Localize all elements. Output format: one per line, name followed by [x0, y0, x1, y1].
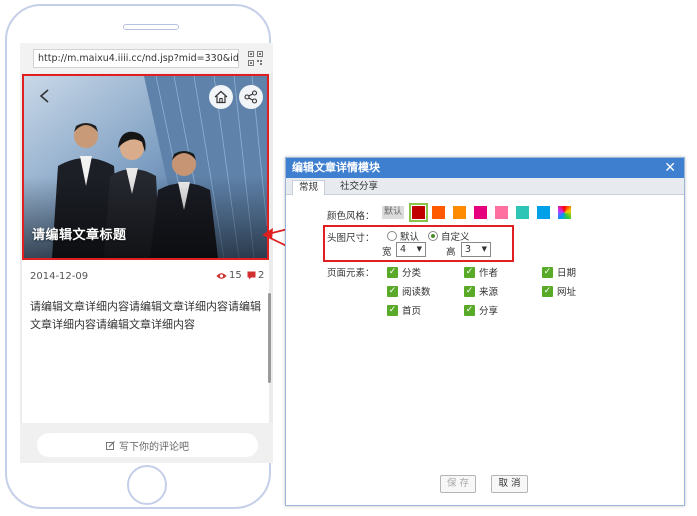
color-swatch-orange[interactable]: [453, 206, 466, 219]
check-icon: ✓: [542, 266, 553, 278]
phone-frame: http://m.maixu4.iiii.cc/nd.jsp?mid=330&i…: [5, 4, 273, 509]
phone-screen: http://m.maixu4.iiii.cc/nd.jsp?mid=330&i…: [20, 43, 273, 463]
radio-custom-dot: [428, 231, 438, 241]
color-swatch-teal[interactable]: [516, 206, 529, 219]
checkbox-home[interactable]: ✓ 首页: [387, 303, 421, 317]
check-icon: ✓: [464, 304, 475, 316]
checkbox-url-label: 网址: [557, 287, 577, 298]
radio-default-label: 默认: [400, 232, 420, 243]
dialog-title-bar: 编辑文章详情模块 ✕: [286, 158, 684, 178]
share-icon: [244, 90, 258, 104]
check-icon: ✓: [464, 285, 475, 297]
checkbox-read-count-label: 阅读数: [402, 287, 431, 298]
close-icon[interactable]: ✕: [664, 158, 676, 178]
color-style-label: 颜色风格：: [327, 211, 375, 222]
tab-general[interactable]: 常规: [292, 180, 326, 195]
comment-bar: 写下你的评论吧: [20, 423, 273, 463]
height-label: 高: [446, 247, 456, 258]
checkbox-source-label: 来源: [479, 287, 499, 298]
checkbox-share[interactable]: ✓ 分享: [464, 303, 498, 317]
checkbox-category-label: 分类: [402, 268, 422, 279]
article-body: 请编辑文章详细内容请编辑文章详细内容请编辑文章详细内容请编辑文章详细内容: [30, 300, 261, 331]
dialog-tabs: 常规 社交分享: [286, 178, 684, 195]
edit-article-dialog: 编辑文章详情模块 ✕ 常规 社交分享 颜色风格： 默认 头图尺寸： 默认 自定义…: [285, 157, 685, 506]
comment-icon: [247, 271, 256, 280]
width-select-value: 4: [400, 244, 407, 255]
radio-custom-label: 自定义: [441, 232, 470, 243]
color-swatch-red[interactable]: [409, 203, 428, 222]
article-hero-image: 请编辑文章标题: [22, 74, 269, 260]
height-select-value: 3: [465, 244, 472, 255]
home-icon-button[interactable]: [209, 85, 233, 109]
page-elements-label: 页面元素：: [327, 268, 375, 279]
caret-down-icon: ▼: [416, 245, 422, 253]
article-content: 2014-12-09 15 2 请编辑文章详细内容请编辑文章详细内容请编辑文章详…: [22, 260, 269, 423]
color-swatch-pink[interactable]: [495, 206, 508, 219]
cancel-button[interactable]: 取 消: [491, 475, 528, 493]
phone-home-button[interactable]: [127, 465, 167, 505]
tab-social-share[interactable]: 社交分享: [334, 180, 384, 195]
checkbox-home-label: 首页: [402, 306, 422, 317]
checkbox-read-count[interactable]: ✓ 阅读数: [387, 284, 431, 298]
color-swatch-custom[interactable]: [558, 206, 571, 219]
checkbox-date[interactable]: ✓ 日期: [542, 265, 576, 279]
comment-count-value: 2: [258, 270, 265, 281]
save-button[interactable]: 保 存: [440, 475, 476, 493]
color-swatch-orange-red[interactable]: [432, 206, 445, 219]
color-swatch-magenta[interactable]: [474, 206, 487, 219]
article-title: 请编辑文章标题: [32, 228, 127, 243]
color-swatch-blue[interactable]: [537, 206, 550, 219]
checkbox-url[interactable]: ✓ 网址: [542, 284, 576, 298]
view-count-value: 15: [229, 270, 242, 281]
radio-default-dot: [387, 231, 397, 241]
checkbox-share-label: 分享: [479, 306, 499, 317]
house-icon: [214, 90, 228, 104]
phone-speaker: [123, 24, 179, 30]
check-icon: ✓: [387, 266, 398, 278]
radio-default[interactable]: 默认: [387, 229, 419, 243]
height-select[interactable]: 3 ▼: [461, 242, 491, 257]
width-label: 宽: [382, 247, 392, 258]
check-icon: ✓: [542, 285, 553, 297]
write-comment-button[interactable]: 写下你的评论吧: [37, 433, 258, 457]
checkbox-date-label: 日期: [557, 268, 577, 279]
comment-placeholder: 写下你的评论吧: [119, 441, 189, 453]
checkbox-author-label: 作者: [479, 268, 499, 279]
address-bar: http://m.maixu4.iiii.cc/nd.jsp?mid=330&i…: [20, 43, 273, 73]
caret-down-icon: ▼: [481, 245, 487, 253]
checkbox-source[interactable]: ✓ 来源: [464, 284, 498, 298]
qr-code-icon[interactable]: [248, 51, 263, 66]
view-count: 15: [216, 270, 242, 281]
radio-custom[interactable]: 自定义: [428, 229, 470, 243]
back-arrow-icon[interactable]: [38, 88, 52, 104]
color-default-option[interactable]: 默认: [382, 206, 404, 219]
eye-icon: [216, 272, 227, 279]
check-icon: ✓: [464, 266, 475, 278]
url-field[interactable]: http://m.maixu4.iiii.cc/nd.jsp?mid=330&i…: [33, 49, 239, 68]
article-date: 2014-12-09: [30, 271, 89, 282]
dialog-title: 编辑文章详情模块: [292, 161, 380, 174]
share-icon-button[interactable]: [239, 85, 263, 109]
checkbox-author[interactable]: ✓ 作者: [464, 265, 498, 279]
comment-count: 2: [247, 270, 264, 281]
scrollbar[interactable]: [268, 293, 271, 383]
check-icon: ✓: [387, 285, 398, 297]
edit-icon: [106, 440, 115, 450]
checkbox-category[interactable]: ✓ 分类: [387, 265, 421, 279]
header-size-label: 头图尺寸：: [327, 233, 375, 244]
width-select[interactable]: 4 ▼: [396, 242, 426, 257]
check-icon: ✓: [387, 304, 398, 316]
